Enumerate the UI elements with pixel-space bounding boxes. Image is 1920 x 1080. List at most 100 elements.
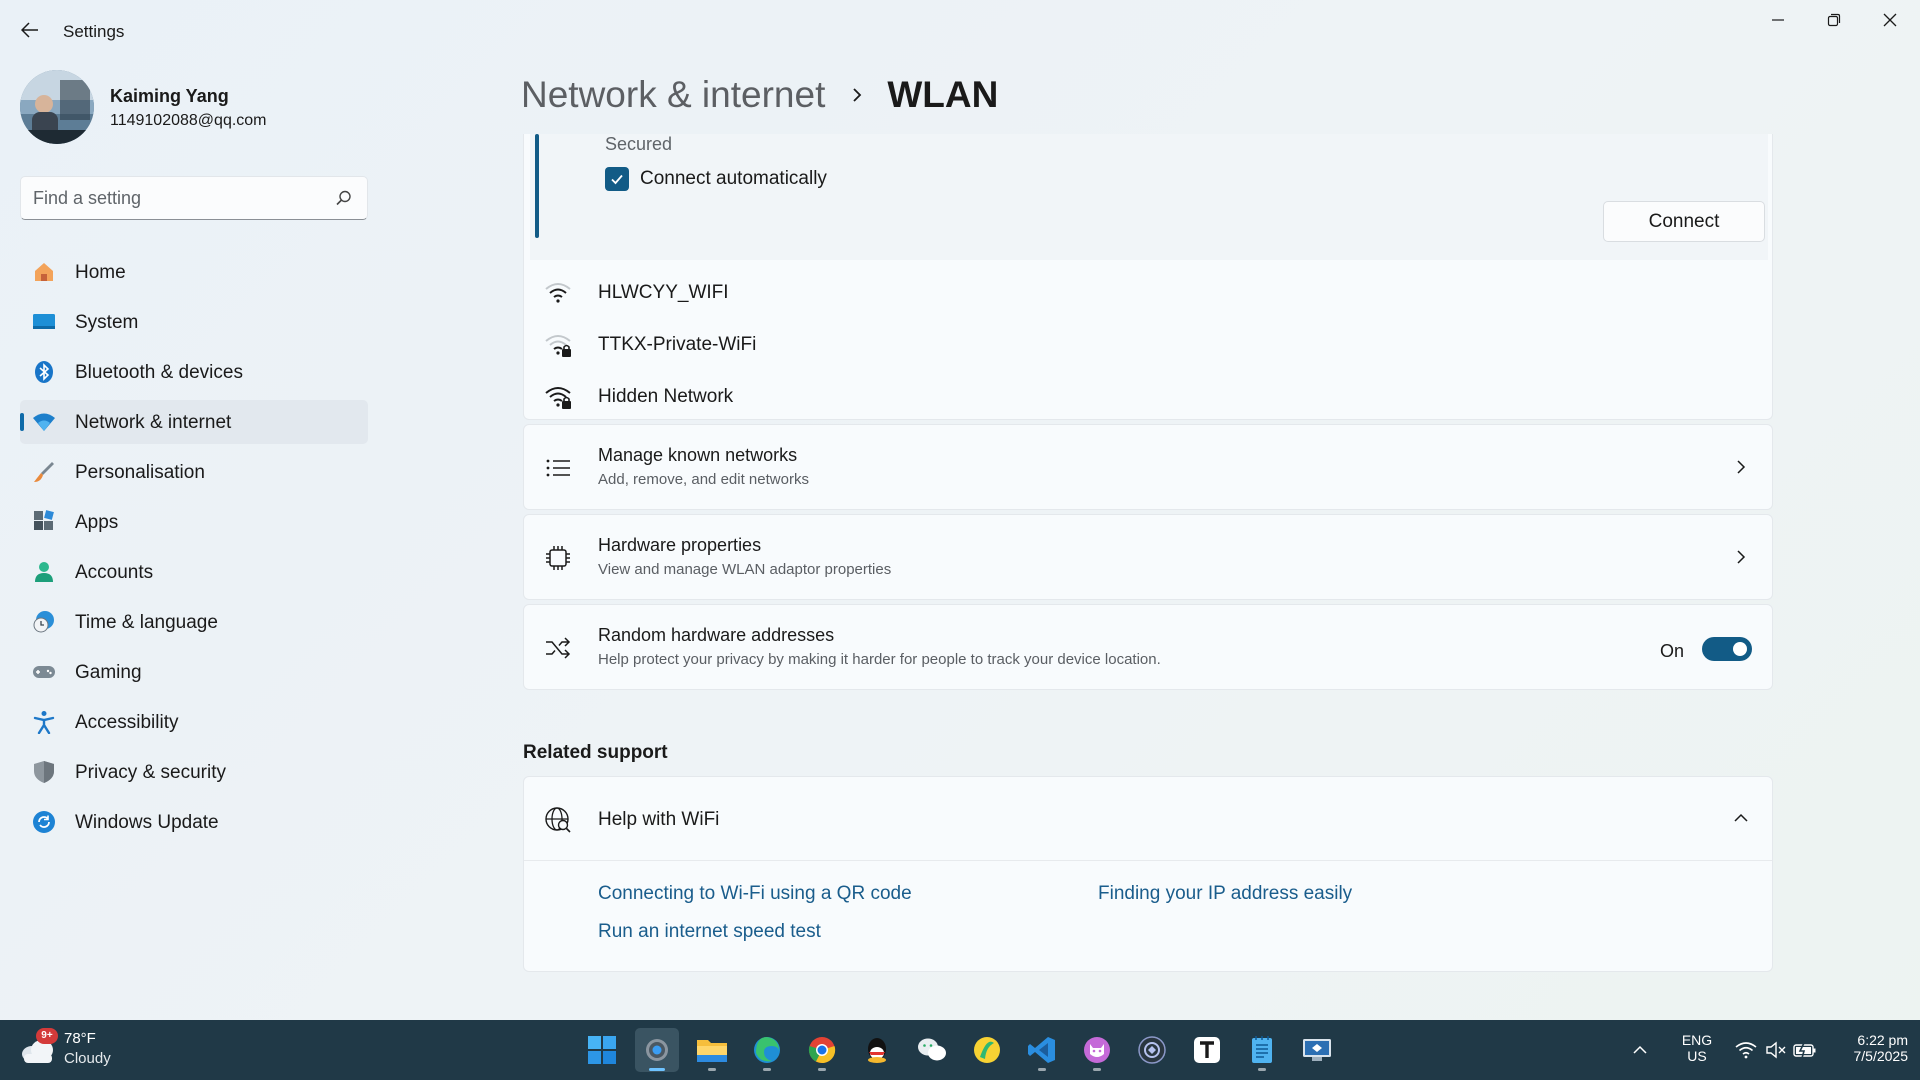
weather-widget[interactable]: 9+ 78°F Cloudy <box>18 1028 128 1072</box>
sidebar-item-privacy[interactable]: Privacy & security <box>20 750 368 794</box>
windows-start-icon <box>588 1036 616 1064</box>
taskbar-settings[interactable] <box>635 1028 679 1072</box>
help-with-wifi-card: Help with WiFi Connecting to Wi-Fi using… <box>523 776 1773 972</box>
main-content: Secured Connect automatically Connect HL… <box>523 134 1773 1019</box>
sidebar-item-network[interactable]: Network & internet <box>20 400 368 444</box>
taskbar-chrome[interactable] <box>800 1028 844 1072</box>
connect-automatically-checkbox[interactable]: Connect automatically <box>605 166 827 192</box>
breadcrumb-parent-link[interactable]: Network & internet <box>521 74 825 116</box>
sidebar-nav: Home System Bluetooth & devices Network … <box>20 250 368 850</box>
help-link-speed-test[interactable]: Run an internet speed test <box>598 921 821 943</box>
back-arrow-icon <box>21 22 38 38</box>
home-icon <box>35 263 53 281</box>
sidebar-item-label: Windows Update <box>75 812 219 833</box>
back-button[interactable] <box>16 16 44 44</box>
card-title: Hardware properties <box>598 535 762 555</box>
list-icon <box>546 459 570 477</box>
running-indicator <box>1038 1068 1046 1071</box>
taskbar-notepad[interactable] <box>1240 1028 1284 1072</box>
circle-app-icon <box>1138 1036 1166 1064</box>
bluetooth-icon <box>35 361 53 383</box>
taskbar-typora[interactable] <box>1185 1028 1229 1072</box>
network-name: HLWCYY_WIFI <box>598 282 729 303</box>
taskbar-cat-app[interactable] <box>1075 1028 1119 1072</box>
checkmark-icon <box>611 174 623 185</box>
running-indicator <box>1258 1068 1266 1071</box>
language-code: ENG <box>1681 1032 1713 1048</box>
sidebar-item-home[interactable]: Home <box>20 250 368 294</box>
search-icon <box>336 190 351 206</box>
running-indicator <box>708 1068 716 1071</box>
close-icon <box>1883 13 1897 27</box>
taskbar-qq[interactable] <box>855 1028 899 1072</box>
cat-app-icon <box>1084 1037 1110 1063</box>
sidebar-item-label: Time & language <box>75 612 218 633</box>
taskbar-edge[interactable] <box>745 1028 789 1072</box>
checkbox-label: Connect automatically <box>640 168 827 189</box>
user-profile[interactable]: Kaiming Yang 1149102088@qq.com <box>20 70 360 144</box>
network-name: Hidden Network <box>598 386 734 407</box>
wifi-icon <box>1735 1042 1757 1059</box>
sidebar-item-label: Apps <box>75 512 119 533</box>
clock[interactable]: 6:22 pm 7/5/2025 <box>1826 1032 1909 1064</box>
restore-icon <box>1827 13 1841 27</box>
network-item-hlwcyy[interactable]: HLWCYY_WIFI <box>524 268 1773 316</box>
search-box[interactable] <box>20 176 368 220</box>
sidebar-item-label: Personalisation <box>75 462 205 483</box>
connect-button[interactable]: Connect <box>1603 201 1765 242</box>
show-hidden-icons-button[interactable] <box>1626 1028 1654 1072</box>
taskbar-wechat[interactable] <box>910 1028 954 1072</box>
remote-desktop-icon <box>1303 1039 1331 1061</box>
help-with-wifi-header[interactable]: Help with WiFi <box>524 777 1772 861</box>
hardware-properties-card[interactable]: Hardware properties View and manage WLAN… <box>523 514 1773 600</box>
close-button[interactable] <box>1862 0 1918 40</box>
system-icon <box>33 314 55 329</box>
manage-known-networks-card[interactable]: Manage known networks Add, remove, and e… <box>523 424 1773 510</box>
sidebar-item-label: Network & internet <box>75 412 232 433</box>
sidebar-item-time-language[interactable]: Time & language <box>20 600 368 644</box>
apps-icon <box>34 510 54 530</box>
sidebar-item-system[interactable]: System <box>20 300 368 344</box>
sidebar-item-gaming[interactable]: Gaming <box>20 650 368 694</box>
sidebar-item-label: Gaming <box>75 662 142 683</box>
running-indicator <box>763 1068 771 1071</box>
start-button[interactable] <box>580 1028 624 1072</box>
taskbar-yellow-app[interactable] <box>965 1028 1009 1072</box>
minimize-button[interactable] <box>1750 0 1806 40</box>
checkbox[interactable] <box>605 167 629 191</box>
quick-settings-button[interactable] <box>1728 1028 1824 1072</box>
profile-name: Kaiming Yang <box>110 86 229 106</box>
taskbar-file-explorer[interactable] <box>690 1028 734 1072</box>
input-language-indicator[interactable]: ENG US <box>1676 1032 1718 1064</box>
restore-button[interactable] <box>1806 0 1862 40</box>
expanded-network-item[interactable]: Secured Connect automatically Connect <box>530 134 1768 260</box>
help-link-qr-code[interactable]: Connecting to Wi-Fi using a QR code <box>598 883 912 905</box>
sidebar-item-bluetooth[interactable]: Bluetooth & devices <box>20 350 368 394</box>
chevron-right-icon <box>853 88 862 102</box>
card-subtitle: View and manage WLAN adaptor properties <box>598 561 892 578</box>
selection-indicator <box>535 134 539 238</box>
taskbar-vscode[interactable] <box>1020 1028 1064 1072</box>
title-bar: Settings <box>0 0 1920 62</box>
accessibility-icon <box>33 711 55 734</box>
taskbar-remote-desktop[interactable] <box>1295 1028 1339 1072</box>
sidebar-item-accounts[interactable]: Accounts <box>20 550 368 594</box>
profile-email: 1149102088@qq.com <box>110 112 267 129</box>
sidebar-item-personalisation[interactable]: Personalisation <box>20 450 368 494</box>
weather-condition: Cloudy <box>64 1050 111 1067</box>
help-title: Help with WiFi <box>598 809 720 830</box>
random-hardware-addresses-toggle[interactable] <box>1702 637 1752 661</box>
help-link-ip-address[interactable]: Finding your IP address easily <box>1098 883 1352 905</box>
edge-icon <box>754 1037 780 1063</box>
network-item-ttkx[interactable]: TTKX-Private-WiFi <box>524 320 1773 368</box>
sidebar-item-accessibility[interactable]: Accessibility <box>20 700 368 744</box>
chrome-icon <box>808 1037 836 1064</box>
sidebar-item-apps[interactable]: Apps <box>20 500 368 544</box>
search-input[interactable] <box>33 177 323 219</box>
typora-icon <box>1194 1037 1220 1063</box>
update-icon <box>33 811 55 833</box>
clock-date: 7/5/2025 <box>1853 1048 1909 1064</box>
sidebar-item-windows-update[interactable]: Windows Update <box>20 800 368 844</box>
taskbar-circle-app[interactable] <box>1130 1028 1174 1072</box>
network-item-hidden[interactable]: Hidden Network <box>524 372 1773 420</box>
